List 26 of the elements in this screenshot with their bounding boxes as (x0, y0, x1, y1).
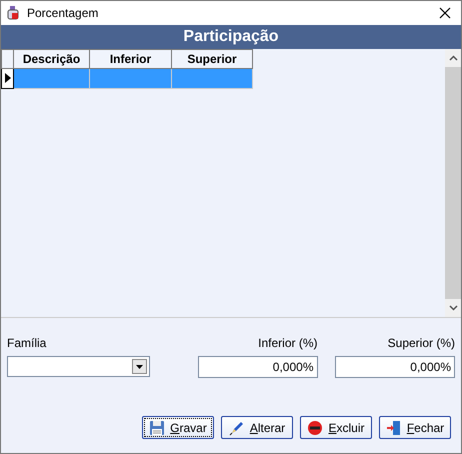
action-button[interactable]: Fechar (379, 416, 451, 439)
scroll-up-icon[interactable] (448, 55, 458, 61)
scroll-down-icon[interactable] (448, 305, 458, 311)
table-row[interactable] (2, 68, 252, 88)
family-dropdown[interactable] (7, 356, 150, 377)
field-label: Inferior (%) (258, 336, 318, 350)
percent-field[interactable]: 0,000% (198, 356, 318, 378)
row-pointer-icon (4, 72, 10, 82)
dropdown-arrow-icon (136, 364, 143, 368)
close-icon[interactable] (439, 7, 451, 19)
scrollbar[interactable] (445, 49, 461, 317)
action-button[interactable]: Alterar (221, 416, 293, 439)
panel-title: Participação (1, 25, 461, 49)
field-label: Família (7, 336, 48, 350)
app-icon (5, 5, 21, 21)
percent-field[interactable]: 0,000% (335, 356, 455, 378)
column-header[interactable]: Descrição (14, 50, 90, 68)
window-title: Porcentagem (27, 6, 100, 20)
action-button[interactable]: Excluir (300, 416, 372, 439)
field-label: Superior (%) (388, 336, 455, 350)
action-button[interactable]: Gravar (142, 416, 214, 439)
pencil-icon (228, 420, 245, 436)
door-exit-icon (386, 420, 402, 436)
column-header[interactable]: Superior (172, 50, 252, 68)
column-header[interactable]: Inferior (90, 50, 172, 68)
stop-icon (307, 420, 324, 436)
